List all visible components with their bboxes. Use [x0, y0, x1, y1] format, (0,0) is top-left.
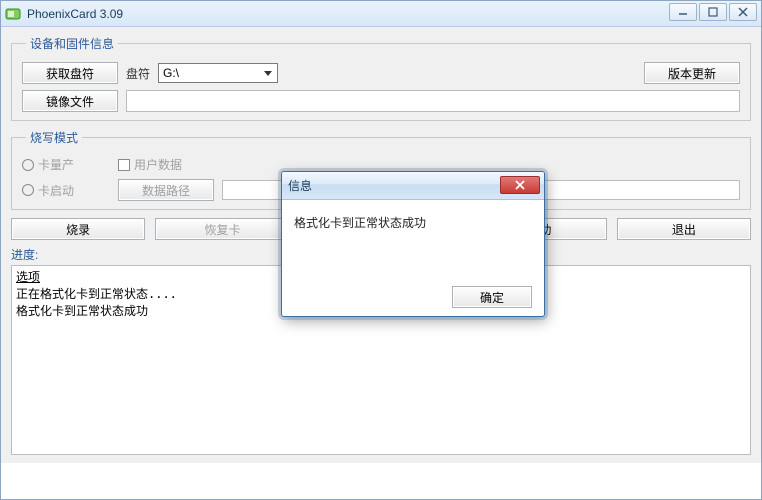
info-dialog: 信息 格式化卡到正常状态成功 确定 — [281, 171, 545, 317]
drive-label: 盘符 — [126, 65, 150, 82]
minimize-button[interactable] — [669, 3, 697, 21]
radio-icon — [22, 159, 34, 171]
group-device-info: 设备和固件信息 获取盘符 盘符 G:\ 版本更新 镜像文件 — [11, 35, 751, 121]
data-path-button[interactable]: 数据路径 — [118, 179, 214, 201]
app-icon — [5, 6, 21, 22]
dialog-titlebar: 信息 — [282, 172, 544, 200]
dialog-body: 格式化卡到正常状态成功 确定 — [282, 200, 544, 316]
window-controls — [669, 3, 757, 21]
radio-mass-production[interactable]: 卡量产 — [22, 156, 74, 173]
checkbox-icon — [118, 159, 130, 171]
main-window: PhoenixCard 3.09 设备和固件信息 获取盘符 盘符 G:\ — [0, 0, 762, 500]
close-button[interactable] — [729, 3, 757, 21]
image-file-button[interactable]: 镜像文件 — [22, 90, 118, 112]
radio-boot[interactable]: 卡启动 — [22, 182, 74, 199]
dialog-message: 格式化卡到正常状态成功 — [294, 214, 532, 231]
get-drive-button[interactable]: 获取盘符 — [22, 62, 118, 84]
group-burn-mode-legend: 烧写模式 — [26, 129, 82, 146]
radio-icon — [22, 184, 34, 196]
version-update-button[interactable]: 版本更新 — [644, 62, 740, 84]
log-header: 选项 — [16, 270, 40, 284]
dialog-ok-button[interactable]: 确定 — [452, 286, 532, 308]
maximize-button[interactable] — [699, 3, 727, 21]
log-line: 格式化卡到正常状态成功 — [16, 304, 148, 318]
checkbox-user-data[interactable]: 用户数据 — [118, 156, 182, 173]
log-line: 正在格式化卡到正常状态.... — [16, 287, 177, 301]
burn-button[interactable]: 烧录 — [11, 218, 145, 240]
close-icon — [514, 180, 526, 190]
radio-boot-label: 卡启动 — [38, 182, 74, 199]
titlebar: PhoenixCard 3.09 — [1, 1, 761, 27]
radio-mass-label: 卡量产 — [38, 156, 74, 173]
restore-card-button[interactable]: 恢复卡 — [155, 218, 289, 240]
exit-button[interactable]: 退出 — [617, 218, 751, 240]
dialog-title: 信息 — [288, 177, 312, 194]
chevron-down-icon — [261, 66, 275, 80]
drive-combo[interactable]: G:\ — [158, 63, 278, 83]
window-title: PhoenixCard 3.09 — [27, 7, 123, 21]
image-path-input[interactable] — [126, 90, 740, 112]
drive-combo-value: G:\ — [163, 66, 179, 80]
checkbox-user-data-label: 用户数据 — [134, 156, 182, 173]
dialog-close-button[interactable] — [500, 176, 540, 194]
group-device-info-legend: 设备和固件信息 — [26, 35, 118, 52]
